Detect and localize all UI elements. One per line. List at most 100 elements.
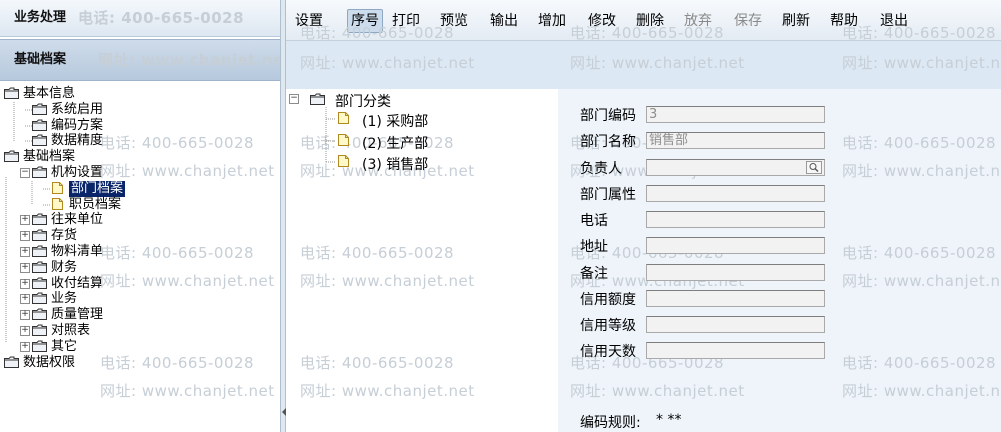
- section-header-basic-archive-label: 基础档案: [14, 52, 67, 67]
- toolbar-button[interactable]: 刷新: [782, 12, 810, 30]
- code-rule-label: 编码规则:: [580, 415, 641, 431]
- tree-node[interactable]: + 物料清单: [0, 244, 280, 260]
- expand-toggle[interactable]: +: [20, 294, 30, 304]
- tree-node-label: 数据精度: [51, 133, 104, 148]
- toolbar-button[interactable]: 帮助: [830, 12, 858, 30]
- code-rule-value: * **: [656, 412, 682, 428]
- tree-node[interactable]: 职员档案: [0, 197, 280, 213]
- watermark-phone: 电话: 400-665-0028: [78, 9, 245, 27]
- toolbar-button[interactable]: 保存: [734, 12, 762, 30]
- form-field-input[interactable]: [646, 159, 825, 176]
- department-tree: − 部门分类 (1) 采购部 (2) 生产部 (3) 销售部: [286, 89, 558, 209]
- tree-node-label: 编码方案: [51, 118, 104, 133]
- tree-node[interactable]: − 机构设置: [0, 165, 280, 181]
- tree-node-label: 物料清单: [51, 244, 104, 259]
- form-field-value: 销售部: [649, 133, 689, 148]
- folder-icon: [32, 308, 47, 320]
- tree-node[interactable]: + 存货: [0, 228, 280, 244]
- dept-tree-root[interactable]: 部门分类: [335, 91, 391, 111]
- lookup-search-icon[interactable]: [806, 161, 822, 174]
- form-field-label: 部门属性: [580, 187, 636, 203]
- expand-toggle[interactable]: +: [20, 263, 30, 273]
- tree-node[interactable]: 数据精度: [0, 133, 280, 149]
- section-header-basic-archive[interactable]: 基础档案 网址: www.chanjet.net: [0, 39, 280, 81]
- toolbar-button[interactable]: 输出: [490, 12, 518, 30]
- toolbar-button[interactable]: 预览: [440, 12, 468, 30]
- function-tree: 基本信息 系统启用 编码方案 数据精度 基础档案 − 机构设置 部门档案 职员档案 + 往来单位 + 存…: [0, 86, 280, 432]
- folder-icon: [310, 93, 325, 105]
- tree-node[interactable]: 编码方案: [0, 118, 280, 134]
- folder-icon: [4, 150, 19, 162]
- toolbar-button[interactable]: 序号: [347, 9, 383, 33]
- toolbar-button[interactable]: 增加: [538, 12, 566, 30]
- form-field-label: 地址: [580, 239, 608, 255]
- section-header-business-label: 业务处理: [14, 10, 67, 25]
- expand-toggle[interactable]: +: [20, 310, 30, 320]
- tree-node-label: 基础档案: [23, 149, 76, 164]
- toolbar-button[interactable]: 设置: [295, 12, 323, 30]
- tree-node-label: 收付结算: [51, 276, 104, 291]
- tree-node-label: 部门档案: [69, 181, 126, 197]
- toolbar-button[interactable]: 退出: [880, 12, 908, 30]
- folder-icon: [32, 134, 47, 146]
- form-field-label: 部门名称: [580, 134, 636, 150]
- form-field-input[interactable]: [646, 211, 825, 228]
- collapse-toggle[interactable]: −: [20, 168, 30, 178]
- tree-node[interactable]: 基础档案: [0, 149, 280, 165]
- expand-toggle[interactable]: +: [20, 326, 30, 336]
- document-icon: [338, 112, 349, 124]
- form-field-input[interactable]: [646, 185, 825, 202]
- folder-icon: [32, 103, 47, 115]
- folder-icon: [32, 261, 47, 273]
- folder-icon: [4, 87, 19, 99]
- form-field-label: 信用天数: [580, 344, 636, 360]
- toolbar-button[interactable]: 打印: [392, 12, 420, 30]
- form-field-input[interactable]: 3: [646, 106, 825, 123]
- toolbar-button[interactable]: 修改: [588, 12, 616, 30]
- expand-toggle[interactable]: +: [20, 342, 30, 352]
- tree-node[interactable]: + 质量管理: [0, 307, 280, 323]
- tree-node[interactable]: 部门档案: [0, 181, 280, 197]
- dept-tree-item[interactable]: (3) 销售部: [362, 154, 428, 174]
- form-field-label: 负责人: [580, 161, 622, 177]
- form-field-label: 信用等级: [580, 318, 636, 334]
- toolbar-button[interactable]: 放弃: [684, 12, 712, 30]
- tree-node-label: 基本信息: [23, 86, 76, 101]
- document-icon: [52, 198, 63, 210]
- dept-tree-item[interactable]: (1) 采购部: [362, 111, 428, 131]
- expand-toggle[interactable]: +: [20, 231, 30, 241]
- expand-toggle[interactable]: +: [20, 247, 30, 257]
- tree-node[interactable]: + 业务: [0, 291, 280, 307]
- folder-icon: [32, 229, 47, 241]
- tree-node[interactable]: 基本信息: [0, 86, 280, 102]
- form-field-label: 信用额度: [580, 292, 636, 308]
- form-field-input[interactable]: [646, 237, 825, 254]
- tree-node[interactable]: 数据权限: [0, 355, 280, 371]
- folder-icon: [32, 277, 47, 289]
- tree-node[interactable]: + 往来单位: [0, 212, 280, 228]
- form-field-value: 3: [649, 107, 658, 122]
- toolbar-button[interactable]: 删除: [636, 12, 664, 30]
- toolbar-band: [286, 41, 1001, 89]
- tree-node-label: 系统启用: [51, 102, 104, 117]
- form-field-input[interactable]: [646, 342, 825, 359]
- collapse-toggle[interactable]: −: [289, 94, 299, 104]
- folder-icon: [32, 245, 47, 257]
- dept-tree-item[interactable]: (2) 生产部: [362, 133, 428, 153]
- form-field-input[interactable]: [646, 264, 825, 281]
- tree-node[interactable]: + 对照表: [0, 323, 280, 339]
- form-field-input[interactable]: [646, 290, 825, 307]
- watermark-site: 网址: www.chanjet.net: [98, 51, 280, 69]
- section-header-business[interactable]: 业务处理 电话: 400-665-0028: [0, 0, 280, 37]
- tree-node[interactable]: 系统启用: [0, 102, 280, 118]
- folder-icon: [32, 340, 47, 352]
- tree-node[interactable]: + 其它: [0, 339, 280, 355]
- form-field-input[interactable]: 销售部: [646, 132, 825, 149]
- form-field-input[interactable]: [646, 316, 825, 333]
- expand-toggle[interactable]: +: [20, 215, 30, 225]
- tree-node[interactable]: + 财务: [0, 260, 280, 276]
- tree-node-label: 对照表: [51, 323, 91, 338]
- expand-toggle[interactable]: +: [20, 279, 30, 289]
- tree-node[interactable]: + 收付结算: [0, 276, 280, 292]
- tree-node-label: 往来单位: [51, 212, 104, 227]
